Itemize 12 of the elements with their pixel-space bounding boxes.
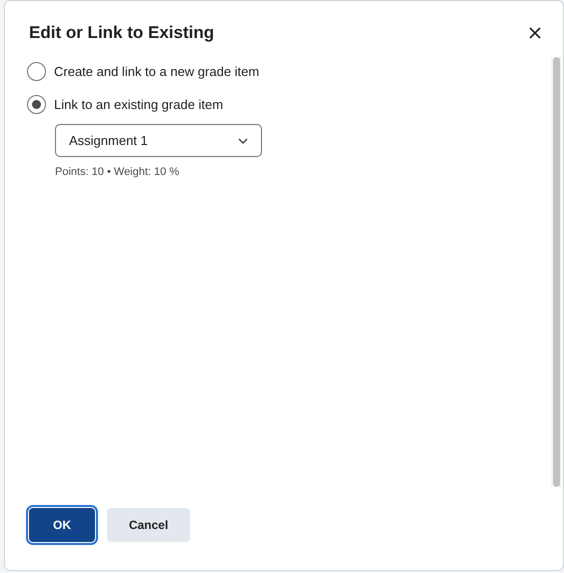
close-icon[interactable] (527, 25, 543, 41)
ok-button[interactable]: OK (29, 508, 95, 542)
chevron-down-icon (238, 138, 248, 144)
scrollbar[interactable] (551, 57, 561, 487)
radio-button[interactable] (27, 62, 46, 81)
radio-button[interactable] (27, 95, 46, 114)
radio-option[interactable]: Link to an existing grade item (27, 88, 551, 121)
dialog-title: Edit or Link to Existing (29, 22, 214, 44)
radio-option[interactable]: Create and link to a new grade item (27, 55, 551, 88)
grade-item-info: Points: 10 • Weight: 10 % (55, 165, 180, 180)
grade-item-select[interactable]: Assignment 1 (55, 124, 262, 157)
cancel-button[interactable]: Cancel (107, 508, 190, 542)
